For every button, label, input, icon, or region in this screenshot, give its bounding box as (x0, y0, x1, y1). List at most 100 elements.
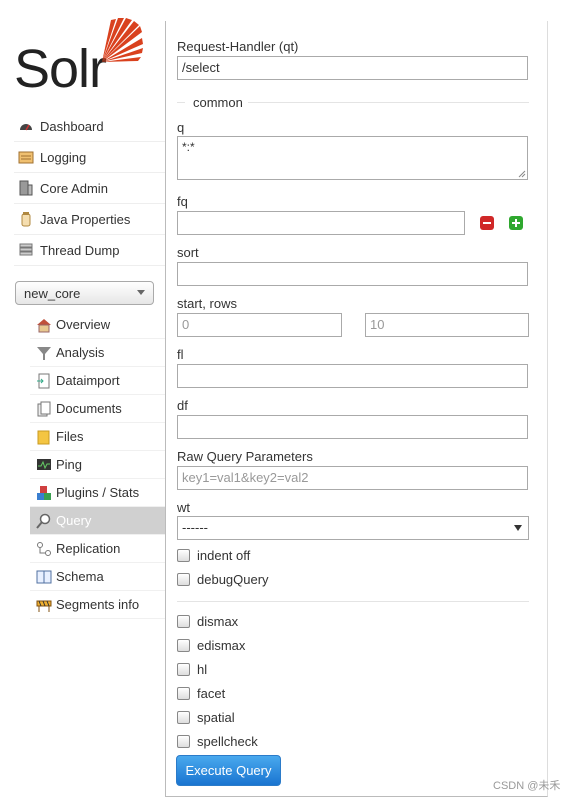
remove-fq-button[interactable] (480, 216, 494, 230)
nav-label: Segments info (56, 597, 140, 612)
spatial-checkbox[interactable]: spatial (177, 710, 235, 725)
checkbox-box (177, 711, 190, 724)
rows-input[interactable]: 10 (365, 313, 529, 337)
checkbox-box (177, 573, 190, 586)
divider (177, 601, 529, 602)
core-selector-value: new_core (24, 285, 81, 301)
core-nav-replication[interactable]: Replication (30, 535, 165, 563)
nav-label: Java Properties (40, 211, 131, 227)
nav-label: Files (56, 429, 84, 444)
plugins-icon (36, 485, 52, 501)
nav-label: Dashboard (40, 118, 104, 134)
checkbox-box (177, 735, 190, 748)
fq-input[interactable] (177, 211, 465, 235)
solr-logo[interactable]: Solr (12, 18, 152, 96)
dataimport-icon (36, 373, 52, 389)
chevron-down-icon (137, 290, 145, 295)
checkbox-box (177, 639, 190, 652)
core-nav-analysis[interactable]: Analysis (30, 339, 165, 367)
nav-label: Logging (40, 149, 87, 165)
debug-query-checkbox[interactable]: debugQuery (177, 572, 269, 587)
replication-icon (36, 541, 52, 557)
checkbox-label: spellcheck (197, 734, 258, 749)
java-properties-icon (18, 211, 34, 227)
wt-select[interactable]: ------ (177, 516, 529, 540)
checkbox-box (177, 687, 190, 700)
nav-label: Ping (56, 457, 83, 472)
checkbox-label: spatial (197, 710, 235, 725)
checkbox-label: dismax (197, 614, 239, 629)
checkbox-label: facet (197, 686, 226, 701)
core-admin-icon (18, 180, 34, 196)
nav-label: Overview (56, 317, 111, 332)
start-rows-label: start, rows (177, 296, 237, 311)
core-nav-schema[interactable]: Schema (30, 563, 165, 591)
ping-icon (36, 457, 52, 473)
raw-params-label: Raw Query Parameters (177, 449, 313, 464)
core-nav-segments-info[interactable]: Segments info (30, 591, 165, 619)
core-nav-plugins-stats[interactable]: Plugins / Stats (30, 479, 165, 507)
nav-label: Replication (56, 541, 121, 556)
edismax-checkbox[interactable]: edismax (177, 638, 245, 653)
dashboard-icon (18, 118, 34, 134)
hl-checkbox[interactable]: hl (177, 662, 207, 677)
checkbox-box (177, 615, 190, 628)
request-handler-input[interactable]: /select (177, 56, 528, 80)
nav-label: Analysis (56, 345, 105, 360)
resize-handle-icon[interactable] (518, 170, 526, 178)
fl-input[interactable] (177, 364, 528, 388)
core-nav-query[interactable]: Query (30, 507, 165, 535)
home-icon (36, 317, 52, 333)
fq-label: fq (177, 194, 188, 209)
divider (248, 102, 529, 103)
schema-icon (36, 569, 52, 585)
q-textarea[interactable]: *:* (177, 136, 528, 180)
checkbox-label: edismax (197, 638, 246, 653)
nav-label: Thread Dump (40, 242, 120, 258)
sort-input[interactable] (177, 262, 528, 286)
nav-label: Dataimport (56, 373, 120, 388)
facet-checkbox[interactable]: facet (177, 686, 225, 701)
core-nav-dataimport[interactable]: Dataimport (30, 367, 165, 395)
nav-thread-dump[interactable]: Thread Dump (14, 235, 165, 266)
df-input[interactable] (177, 415, 528, 439)
core-selector[interactable]: new_core (15, 281, 154, 305)
execute-query-button[interactable]: Execute Query (176, 755, 281, 786)
section-common-label: common (193, 95, 243, 110)
query-form: Request-Handler (qt) /select common q *:… (165, 21, 548, 797)
chevron-down-icon (514, 525, 522, 531)
wt-label: wt (177, 500, 190, 515)
checkbox-label: indent off (197, 548, 251, 563)
sort-label: sort (177, 245, 199, 260)
core-nav: Overview Analysis Dataimport Documents F… (30, 311, 165, 619)
start-input[interactable]: 0 (177, 313, 342, 337)
core-nav-ping[interactable]: Ping (30, 451, 165, 479)
solr-sun-icon (102, 18, 143, 62)
nav-core-admin[interactable]: Core Admin (14, 173, 165, 204)
nav-label: Core Admin (40, 180, 108, 196)
nav-label: Schema (56, 569, 104, 584)
spellcheck-checkbox[interactable]: spellcheck (177, 734, 258, 749)
minus-icon (483, 222, 491, 224)
dismax-checkbox[interactable]: dismax (177, 614, 238, 629)
core-nav-overview[interactable]: Overview (30, 311, 165, 339)
nav-java-properties[interactable]: Java Properties (14, 204, 165, 235)
funnel-icon (36, 345, 52, 361)
core-nav-documents[interactable]: Documents (30, 395, 165, 423)
request-handler-label: Request-Handler (qt) (177, 39, 299, 54)
watermark: CSDN @未禾 (493, 780, 561, 792)
nav-label: Query (56, 513, 92, 528)
fl-label: fl (177, 347, 184, 362)
nav-dashboard[interactable]: Dashboard (14, 111, 165, 142)
add-fq-button[interactable] (509, 216, 523, 230)
indent-off-checkbox[interactable]: indent off (177, 548, 250, 563)
wt-select-value: ------ (182, 520, 208, 535)
raw-params-input[interactable]: key1=val1&key2=val2 (177, 466, 528, 490)
logo-text: Solr (14, 39, 107, 99)
nav-logging[interactable]: Logging (14, 142, 165, 173)
checkbox-box (177, 663, 190, 676)
thread-dump-icon (18, 242, 34, 258)
core-nav-files[interactable]: Files (30, 423, 165, 451)
checkbox-box (177, 549, 190, 562)
q-label: q (177, 120, 185, 135)
